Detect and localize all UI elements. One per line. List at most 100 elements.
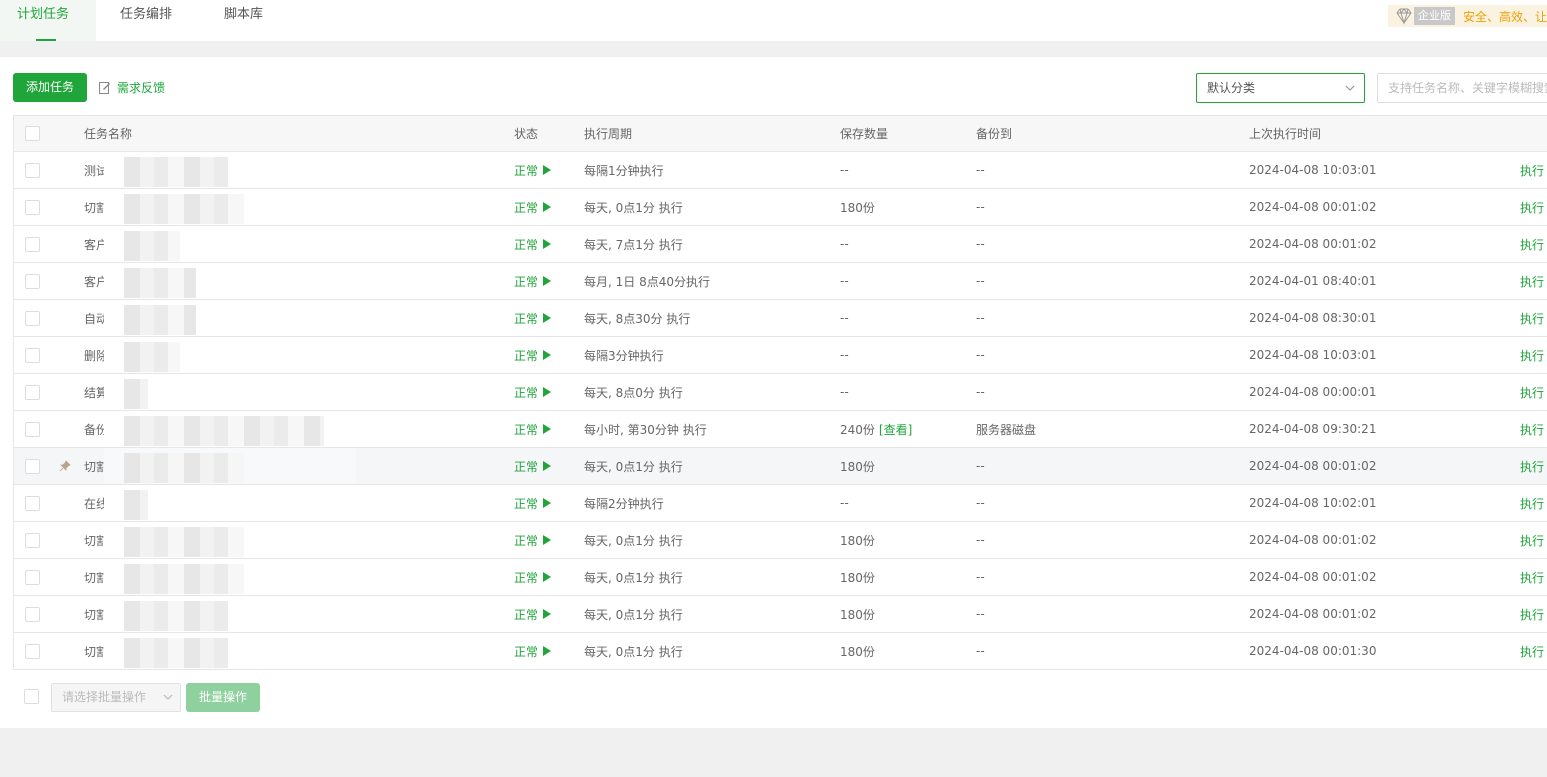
select-all-checkbox[interactable]	[25, 126, 40, 141]
save-count: 240份 [查看]	[840, 411, 912, 447]
last-run-time: 2024-04-08 00:01:02	[1249, 533, 1377, 547]
row-checkbox[interactable]	[25, 348, 40, 363]
pin-icon[interactable]	[59, 448, 73, 484]
redacted-area	[104, 633, 356, 669]
tab-scheduled-tasks[interactable]: 计划任务	[0, 0, 96, 41]
status-toggle[interactable]: 正常	[514, 522, 552, 558]
status-toggle[interactable]: 正常	[514, 559, 552, 595]
row-checkbox[interactable]	[25, 385, 40, 400]
status-toggle[interactable]: 正常	[514, 448, 552, 484]
row-checkbox[interactable]	[25, 422, 40, 437]
status-label: 正常	[514, 237, 539, 252]
play-icon	[543, 202, 552, 212]
status-toggle[interactable]: 正常	[514, 596, 552, 632]
backup-target: --	[976, 533, 985, 547]
table-row: 切割 正常 每天, 0点1分 执行 180份 -- 2024-04-08 00:01:02…	[14, 559, 1547, 596]
status-toggle[interactable]: 正常	[514, 633, 552, 669]
save-count-value: --	[840, 274, 849, 288]
row-checkbox[interactable]	[25, 311, 40, 326]
category-select[interactable]: 默认分类	[1196, 73, 1365, 103]
status-toggle[interactable]: 正常	[514, 374, 552, 410]
play-icon	[543, 572, 552, 582]
play-icon	[543, 646, 552, 656]
batch-operation-select[interactable]: 请选择批量操作	[51, 683, 181, 712]
save-count: --	[840, 337, 849, 373]
footer-select-all-checkbox[interactable]	[24, 689, 39, 704]
execute-button[interactable]: 执行	[1520, 226, 1544, 262]
play-icon	[543, 313, 552, 323]
status-toggle[interactable]: 正常	[514, 189, 552, 225]
table-row: 删除 正常 每隔3分钟执行 -- -- 2024-04-08 10:03:01 执行	[14, 337, 1547, 374]
header-name[interactable]: 任务名称	[84, 116, 132, 151]
execution-cycle: 每天, 8点0分 执行	[584, 385, 683, 400]
backup-target: --	[976, 459, 985, 473]
execute-button[interactable]: 执行	[1520, 337, 1544, 373]
status-label: 正常	[514, 348, 539, 363]
save-count-value: 180份	[840, 200, 875, 215]
row-checkbox[interactable]	[25, 496, 40, 511]
execute-button[interactable]: 执行	[1520, 485, 1544, 521]
enterprise-banner[interactable]: 企业版 安全、高效、让	[1387, 5, 1547, 27]
last-run-time: 2024-04-08 00:01:02	[1249, 570, 1377, 584]
last-run-time: 2024-04-01 08:40:01	[1249, 274, 1377, 288]
feedback-link[interactable]: 需求反馈	[99, 79, 165, 96]
row-checkbox[interactable]	[25, 644, 40, 659]
enterprise-badge: 企业版	[1413, 7, 1455, 25]
backup-target: --	[976, 311, 985, 325]
tab-task-orchestration[interactable]: 任务编排	[120, 0, 172, 41]
execute-button[interactable]: 执行	[1520, 189, 1544, 225]
status-toggle[interactable]: 正常	[514, 226, 552, 262]
redaction-blur	[124, 231, 180, 261]
play-icon	[543, 535, 552, 545]
redaction-blur	[124, 564, 244, 594]
row-checkbox[interactable]	[25, 459, 40, 474]
save-count: 180份	[840, 633, 875, 669]
table-row: 结算 正常 每天, 8点0分 执行 -- -- 2024-04-08 00:00:01 执行	[14, 374, 1547, 411]
batch-operation-placeholder: 请选择批量操作	[62, 690, 147, 704]
status-toggle[interactable]: 正常	[514, 337, 552, 373]
row-checkbox[interactable]	[25, 237, 40, 252]
row-checkbox[interactable]	[25, 570, 40, 585]
status-label: 正常	[514, 200, 539, 215]
save-count: 180份	[840, 448, 875, 484]
status-toggle[interactable]: 正常	[514, 300, 552, 336]
execute-button[interactable]: 执行	[1520, 448, 1544, 484]
redaction-blur	[124, 379, 148, 409]
play-icon	[543, 239, 552, 249]
view-backups-link[interactable]: [查看]	[879, 421, 912, 438]
redacted-area	[104, 411, 356, 447]
redacted-area	[104, 152, 356, 188]
batch-operation-button[interactable]: 批量操作	[186, 683, 260, 712]
row-checkbox[interactable]	[25, 533, 40, 548]
execute-button[interactable]: 执行	[1520, 596, 1544, 632]
row-checkbox[interactable]	[25, 274, 40, 289]
execute-button[interactable]: 执行	[1520, 411, 1544, 447]
tab-script-library[interactable]: 脚本库	[224, 0, 263, 41]
backup-target: 服务器磁盘	[976, 422, 1037, 437]
execute-button[interactable]: 执行	[1520, 300, 1544, 336]
status-toggle[interactable]: 正常	[514, 411, 552, 447]
row-checkbox[interactable]	[25, 200, 40, 215]
feedback-label: 需求反馈	[117, 81, 166, 95]
execute-button[interactable]: 执行	[1520, 152, 1544, 188]
redaction-blur	[124, 194, 244, 224]
execute-button[interactable]: 执行	[1520, 559, 1544, 595]
execute-button[interactable]: 执行	[1520, 263, 1544, 299]
status-toggle[interactable]: 正常	[514, 263, 552, 299]
add-task-button[interactable]: 添加任务	[13, 73, 87, 102]
row-checkbox[interactable]	[25, 607, 40, 622]
top-tab-bar: 计划任务 任务编排 脚本库 企业版 安全、高效、让	[0, 0, 1547, 41]
execute-button[interactable]: 执行	[1520, 633, 1544, 669]
execution-cycle: 每隔1分钟执行	[584, 163, 664, 178]
chevron-down-icon	[1345, 85, 1355, 91]
last-run-time: 2024-04-08 10:03:01	[1249, 163, 1377, 177]
execute-button[interactable]: 执行	[1520, 374, 1544, 410]
save-count: --	[840, 263, 849, 299]
status-toggle[interactable]: 正常	[514, 152, 552, 188]
search-input[interactable]	[1377, 73, 1547, 103]
backup-target: --	[976, 607, 985, 621]
row-checkbox[interactable]	[25, 163, 40, 178]
execute-button[interactable]: 执行	[1520, 522, 1544, 558]
last-run-time: 2024-04-08 00:01:02	[1249, 237, 1377, 251]
status-toggle[interactable]: 正常	[514, 485, 552, 521]
